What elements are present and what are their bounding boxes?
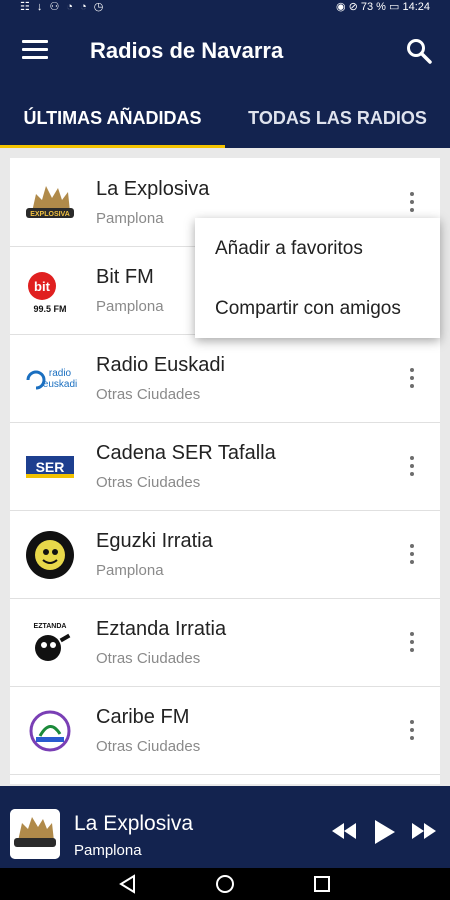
now-playing-title: La Explosiva [74,812,194,835]
tab-all-radios[interactable]: TODAS LAS RADIOS [225,94,450,148]
now-playing-logo [10,809,60,859]
add-to-favorites-option[interactable]: Añadir a favoritos [215,238,363,260]
home-nav-icon[interactable] [215,874,235,894]
radio-name: Caribe FM [96,706,190,728]
app-bar: Radios de Navarra [0,14,450,94]
search-icon[interactable] [406,38,432,64]
share-with-friends-option[interactable]: Compartir con amigos [215,298,401,320]
euskadi-logo-text-2: euskadi [43,379,77,390]
more-options-icon[interactable] [410,544,414,564]
status-icons-left: ☷ ↓ ⚇ ◔ ◔ ◷ [20,1,106,13]
system-nav-bar [0,868,450,900]
radio-name: La Explosiva [96,178,210,200]
list-item[interactable]: SER Cadena SER Tafalla Otras Ciudades [10,422,440,511]
ser-logo-text: SER [36,459,65,475]
radio-city: Otras Ciudades [96,650,201,667]
radio-name: Eguzki Irratia [96,530,213,552]
tab-latest[interactable]: ÚLTIMAS AÑADIDAS [0,94,225,148]
list-item[interactable] [10,774,440,784]
bit-logo-text: bit [34,279,51,294]
play-icon[interactable] [373,818,397,846]
status-icons-right: ◉ ⊘ 73 % ▭ 14:24 [335,1,430,13]
status-bar: ☷ ↓ ⚇ ◔ ◔ ◷ ◉ ⊘ 73 % ▭ 14:24 [0,0,450,14]
radio-city: Otras Ciudades [96,738,201,755]
fast-forward-icon[interactable] [410,820,438,842]
radio-logo-caribe [29,710,71,752]
radio-city: Otras Ciudades [96,474,201,491]
radio-logo-explosiva: EXPLOSIVA [26,186,74,218]
radio-name: Cadena SER Tafalla [96,442,276,464]
radio-logo-ser: SER [26,456,74,478]
bit-logo-frequency: 99.5 FM [33,304,66,314]
context-menu: Añadir a favoritos Compartir con amigos [195,218,440,338]
list-item[interactable]: radio euskadi Radio Euskadi Otras Ciudad… [10,334,440,423]
radio-logo-eguzki [26,531,74,579]
euskadi-logo-text-1: radio [49,368,72,379]
rewind-icon[interactable] [330,820,358,842]
radio-city: Pamplona [96,298,164,315]
menu-icon[interactable] [22,40,48,60]
now-playing-bar: La Explosiva Pamplona [0,786,450,868]
radio-logo-bitfm: bit 99.5 FM [28,272,67,314]
radio-logo-euskadi: radio euskadi [26,368,77,390]
radio-city: Otras Ciudades [96,386,201,403]
radio-name: Bit FM [96,266,154,288]
radio-name: Radio Euskadi [96,354,225,376]
list-item[interactable]: EZTANDA Eztanda Irratia Otras Ciudades [10,598,440,687]
radio-logo-eztanda: EZTANDA [34,623,71,661]
tab-indicator [0,145,225,148]
more-options-icon[interactable] [410,368,414,388]
back-nav-icon[interactable] [118,874,138,894]
more-options-icon[interactable] [410,632,414,652]
page-title: Radios de Navarra [90,38,284,63]
radio-city: Pamplona [96,210,164,227]
now-playing-city: Pamplona [74,842,142,859]
list-item[interactable]: Eguzki Irratia Pamplona [10,510,440,599]
tab-bar: ÚLTIMAS AÑADIDAS TODAS LAS RADIOS [0,94,450,148]
more-options-icon[interactable] [410,720,414,740]
more-options-icon[interactable] [410,192,414,212]
eztanda-logo-text: EZTANDA [34,623,67,630]
list-item[interactable]: Caribe FM Otras Ciudades [10,686,440,775]
radio-name: Eztanda Irratia [96,618,227,640]
more-options-icon[interactable] [410,456,414,476]
recents-nav-icon[interactable] [312,874,332,894]
explosiva-logo-text: EXPLOSIVA [30,211,70,218]
radio-city: Pamplona [96,562,164,579]
